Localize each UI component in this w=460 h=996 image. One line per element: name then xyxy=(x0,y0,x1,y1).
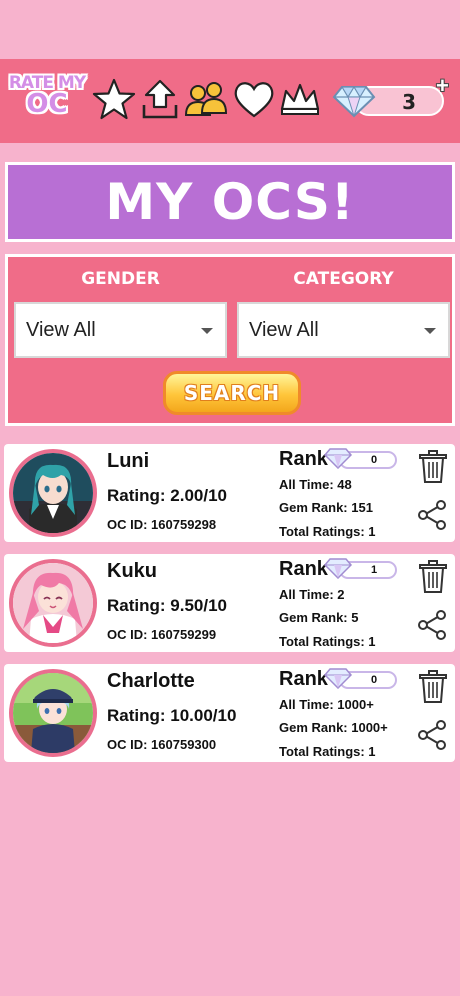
gem-count: 3 xyxy=(402,90,416,114)
gem-rank: Gem Rank: 5 xyxy=(279,610,359,625)
friends-icon[interactable] xyxy=(184,77,228,121)
trash-icon[interactable] xyxy=(418,560,448,594)
oc-card[interactable]: Kuku Rating: 9.50/10 OC ID: 160759299 Ra… xyxy=(4,554,455,652)
rank-label: Rank xyxy=(279,668,328,690)
filter-panel: GENDER CATEGORY View All View All SEARCH xyxy=(5,254,455,426)
all-time-rank: All Time: 48 xyxy=(279,477,352,492)
app-logo[interactable]: RATE MY OC xyxy=(5,75,89,127)
search-button-label: SEARCH xyxy=(183,381,281,405)
star-icon[interactable] xyxy=(92,77,136,121)
oc-rating: Rating: 2.00/10 xyxy=(107,486,227,505)
trash-icon[interactable] xyxy=(418,670,448,704)
oc-name: Kuku xyxy=(107,560,157,582)
gem-rank: Gem Rank: 151 xyxy=(279,500,373,515)
trash-icon[interactable] xyxy=(418,450,448,484)
oc-name: Luni xyxy=(107,450,150,472)
oc-id: OC ID: 160759300 xyxy=(107,737,217,752)
gender-select-value: View All xyxy=(26,318,96,341)
upload-icon[interactable] xyxy=(138,77,182,121)
chevron-down-icon xyxy=(201,328,213,334)
page-title: MY OCS! xyxy=(105,173,355,231)
oc-name: Charlotte xyxy=(107,670,195,692)
chevron-down-icon xyxy=(424,328,436,334)
page-title-banner: MY OCS! xyxy=(5,162,455,242)
share-icon[interactable] xyxy=(416,609,448,641)
oc-id: OC ID: 160759299 xyxy=(107,627,217,642)
top-nav-bar: RATE MY OC 3 + xyxy=(0,59,460,143)
total-ratings: Total Ratings: 1 xyxy=(279,744,376,759)
all-time-rank: All Time: 1000+ xyxy=(279,697,374,712)
rank-label: Rank xyxy=(279,558,328,580)
add-gems-icon[interactable]: + xyxy=(436,73,449,99)
all-time-rank: All Time: 2 xyxy=(279,587,345,602)
gem-counter[interactable]: 3 + xyxy=(332,73,450,119)
share-icon[interactable] xyxy=(416,499,448,531)
gem-rank: Gem Rank: 1000+ xyxy=(279,720,388,735)
total-ratings: Total Ratings: 1 xyxy=(279,524,376,539)
search-button[interactable]: SEARCH xyxy=(163,371,301,415)
category-select[interactable]: View All xyxy=(237,302,450,358)
oc-card[interactable]: Charlotte Rating: 10.00/10 OC ID: 160759… xyxy=(4,664,455,762)
oc-rating: Rating: 10.00/10 xyxy=(107,706,237,725)
category-select-value: View All xyxy=(249,318,319,341)
gender-label: GENDER xyxy=(81,269,160,289)
logo-line-2: OC xyxy=(26,89,68,119)
crown-icon[interactable] xyxy=(278,77,322,121)
oc-card[interactable]: Luni Rating: 2.00/10 OC ID: 160759298 Ra… xyxy=(4,444,455,542)
diamond-icon xyxy=(332,84,376,118)
gender-select[interactable]: View All xyxy=(14,302,227,358)
avatar[interactable] xyxy=(9,559,97,647)
avatar[interactable] xyxy=(9,669,97,757)
oc-rating: Rating: 9.50/10 xyxy=(107,596,227,615)
avatar[interactable] xyxy=(9,449,97,537)
rank-label: Rank xyxy=(279,448,328,470)
category-label: CATEGORY xyxy=(293,269,394,289)
heart-icon[interactable] xyxy=(232,77,276,121)
oc-id: OC ID: 160759298 xyxy=(107,517,217,532)
diamond-icon xyxy=(323,667,353,690)
share-icon[interactable] xyxy=(416,719,448,751)
diamond-icon xyxy=(323,557,353,580)
total-ratings: Total Ratings: 1 xyxy=(279,634,376,649)
diamond-icon xyxy=(323,447,353,470)
